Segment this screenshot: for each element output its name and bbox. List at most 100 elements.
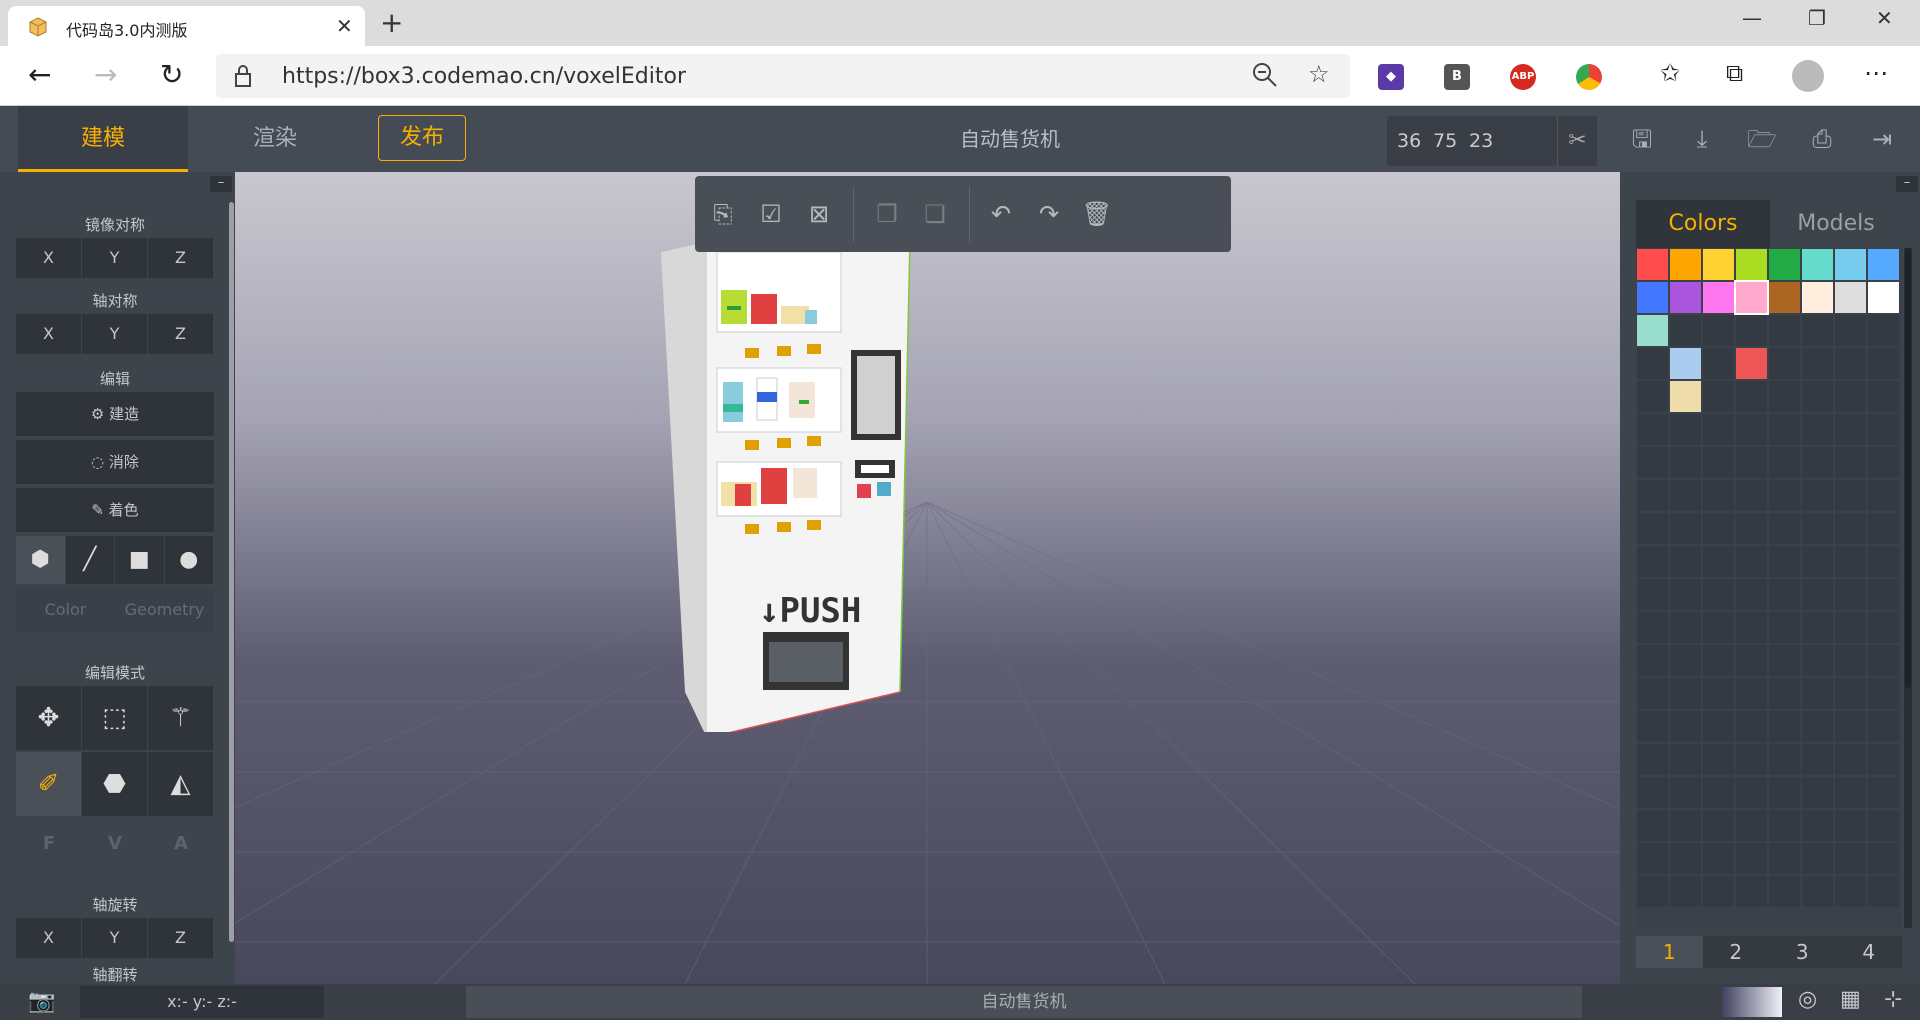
color-swatch[interactable] <box>1637 315 1668 346</box>
more-menu-icon[interactable]: ⋯ <box>1864 59 1888 87</box>
save-icon[interactable]: 🖫 <box>1626 123 1658 155</box>
empty-swatch[interactable] <box>1670 612 1701 643</box>
empty-swatch[interactable] <box>1637 711 1668 742</box>
mirror-z-button[interactable]: Z <box>148 238 213 278</box>
empty-swatch[interactable] <box>1670 777 1701 808</box>
bring-front-icon[interactable]: ❐ <box>871 198 903 230</box>
favorites-list-icon[interactable]: ✩ <box>1660 59 1680 87</box>
empty-swatch[interactable] <box>1637 414 1668 445</box>
empty-swatch[interactable] <box>1703 480 1734 511</box>
empty-swatch[interactable] <box>1835 546 1866 577</box>
empty-swatch[interactable] <box>1736 711 1767 742</box>
empty-swatch[interactable] <box>1835 414 1866 445</box>
empty-swatch[interactable] <box>1670 711 1701 742</box>
empty-swatch[interactable] <box>1670 480 1701 511</box>
empty-swatch[interactable] <box>1868 711 1899 742</box>
empty-swatch[interactable] <box>1835 513 1866 544</box>
eyedropper-icon[interactable]: ✐ <box>16 752 81 816</box>
url-bar[interactable]: https://box3.codemao.cn/voxelEditor ☆ <box>216 54 1350 98</box>
empty-swatch[interactable] <box>1736 876 1767 907</box>
empty-swatch[interactable] <box>1703 744 1734 775</box>
color-swatch[interactable] <box>1835 249 1866 280</box>
empty-swatch[interactable] <box>1670 843 1701 874</box>
empty-swatch[interactable] <box>1769 546 1800 577</box>
empty-swatch[interactable] <box>1802 678 1833 709</box>
color-swatch[interactable] <box>1703 249 1734 280</box>
publish-button[interactable]: 发布 <box>378 115 466 161</box>
tab-geometry[interactable]: Geometry <box>115 588 214 632</box>
empty-swatch[interactable] <box>1670 513 1701 544</box>
tab-colors[interactable]: Colors <box>1636 200 1770 248</box>
empty-swatch[interactable] <box>1736 612 1767 643</box>
empty-swatch[interactable] <box>1736 414 1767 445</box>
color-swatch[interactable] <box>1734 280 1769 315</box>
color-swatch[interactable] <box>1736 348 1767 379</box>
color-swatch[interactable] <box>1670 348 1701 379</box>
empty-swatch[interactable] <box>1670 645 1701 676</box>
empty-swatch[interactable] <box>1703 810 1734 841</box>
empty-swatch[interactable] <box>1802 645 1833 676</box>
mirror-y-button[interactable]: Y <box>82 238 147 278</box>
empty-swatch[interactable] <box>1769 447 1800 478</box>
rotate-y-button[interactable]: Y <box>82 918 147 958</box>
empty-swatch[interactable] <box>1736 579 1767 610</box>
empty-swatch[interactable] <box>1703 678 1734 709</box>
empty-swatch[interactable] <box>1802 315 1833 346</box>
circle-icon[interactable]: ● <box>164 536 213 584</box>
empty-swatch[interactable] <box>1736 843 1767 874</box>
empty-swatch[interactable] <box>1670 876 1701 907</box>
empty-swatch[interactable] <box>1736 678 1767 709</box>
browser-tab[interactable]: 代码岛3.0内测版 ✕ <box>8 6 365 46</box>
tab-color[interactable]: Color <box>16 588 115 632</box>
minimize-icon[interactable]: — <box>1742 6 1762 30</box>
empty-swatch[interactable] <box>1736 480 1767 511</box>
paste-icon[interactable]: ☑ <box>755 198 787 230</box>
empty-swatch[interactable] <box>1868 810 1899 841</box>
empty-swatch[interactable] <box>1835 744 1866 775</box>
empty-swatch[interactable] <box>1769 678 1800 709</box>
empty-swatch[interactable] <box>1736 381 1767 412</box>
window-close-icon[interactable]: ✕ <box>1876 6 1893 30</box>
empty-swatch[interactable] <box>1703 645 1734 676</box>
profile-avatar-icon[interactable] <box>1792 60 1824 92</box>
forward-icon[interactable]: → <box>94 58 117 91</box>
reload-icon[interactable]: ↻ <box>160 58 183 91</box>
empty-swatch[interactable] <box>1769 645 1800 676</box>
color-swatch[interactable] <box>1835 282 1866 313</box>
empty-swatch[interactable] <box>1769 843 1800 874</box>
favorite-star-icon[interactable]: ☆ <box>1308 60 1330 88</box>
tab-render[interactable]: 渲染 <box>200 106 350 172</box>
empty-swatch[interactable] <box>1802 348 1833 379</box>
paint-button[interactable]: ✎ 着色 <box>16 488 214 532</box>
empty-swatch[interactable] <box>1637 348 1668 379</box>
empty-swatch[interactable] <box>1736 645 1767 676</box>
empty-swatch[interactable] <box>1868 612 1899 643</box>
new-tab-icon[interactable]: + <box>380 6 403 39</box>
empty-swatch[interactable] <box>1868 876 1899 907</box>
empty-swatch[interactable] <box>1802 711 1833 742</box>
palette-page-3[interactable]: 3 <box>1769 936 1836 968</box>
empty-swatch[interactable] <box>1769 612 1800 643</box>
empty-swatch[interactable] <box>1835 579 1866 610</box>
empty-swatch[interactable] <box>1835 381 1866 412</box>
send-back-icon[interactable]: ❏ <box>919 198 951 230</box>
empty-swatch[interactable] <box>1703 513 1734 544</box>
empty-swatch[interactable] <box>1703 777 1734 808</box>
empty-swatch[interactable] <box>1703 381 1734 412</box>
axis-icon[interactable]: ⊹ <box>1884 987 1902 1012</box>
empty-swatch[interactable] <box>1835 315 1866 346</box>
print-icon[interactable]: ⎙ <box>1806 123 1838 155</box>
empty-swatch[interactable] <box>1769 579 1800 610</box>
empty-swatch[interactable] <box>1769 315 1800 346</box>
build-button[interactable]: ⚙ 建造 <box>16 392 214 436</box>
empty-swatch[interactable] <box>1769 348 1800 379</box>
empty-swatch[interactable] <box>1769 777 1800 808</box>
color-swatch[interactable] <box>1736 249 1767 280</box>
empty-swatch[interactable] <box>1802 612 1833 643</box>
empty-swatch[interactable] <box>1868 480 1899 511</box>
color-swatch[interactable] <box>1868 249 1899 280</box>
empty-swatch[interactable] <box>1802 414 1833 445</box>
empty-swatch[interactable] <box>1802 480 1833 511</box>
empty-swatch[interactable] <box>1736 315 1767 346</box>
square-icon[interactable]: ■ <box>115 536 164 584</box>
